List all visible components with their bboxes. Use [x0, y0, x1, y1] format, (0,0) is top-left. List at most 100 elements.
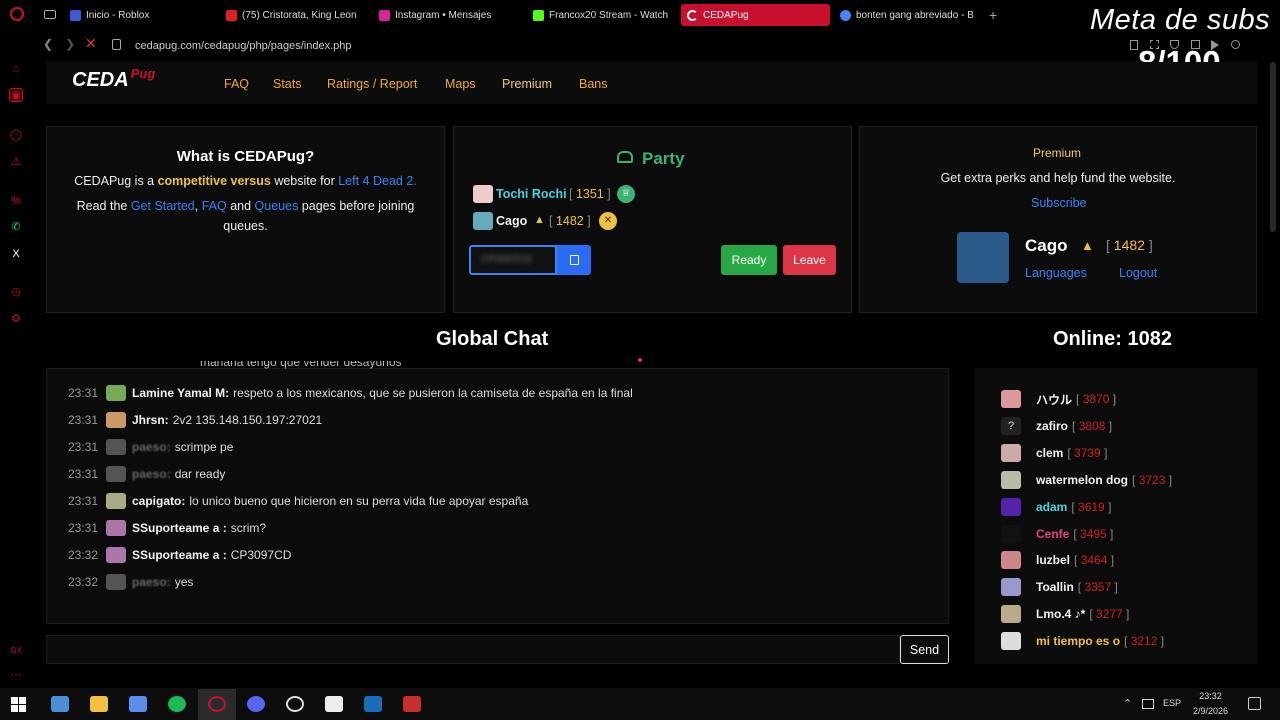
chat-time: 23:31: [68, 494, 99, 508]
avatar[interactable]: [106, 412, 126, 428]
online-user[interactable]: Cenfe[ 3495 ]: [1001, 524, 1113, 544]
gaming-icon[interactable]: ▣: [9, 88, 23, 102]
whatsapp-icon[interactable]: ✆: [9, 220, 23, 234]
avatar[interactable]: [106, 493, 126, 509]
spotify-icon[interactable]: [168, 696, 186, 712]
steam-icon[interactable]: [364, 696, 382, 712]
chat-user[interactable]: SSuporteame a :: [132, 521, 227, 535]
nav-ratings-report[interactable]: Ratings / Report: [327, 77, 417, 91]
avatar[interactable]: [106, 547, 126, 563]
tab-cedapug[interactable]: CEDAPug: [681, 4, 830, 26]
new-tab-button[interactable]: +: [989, 7, 997, 23]
online-user[interactable]: watermelon dog[ 3723 ]: [1001, 470, 1172, 490]
tab-instagram[interactable]: Instagram • Mensajes: [379, 4, 525, 26]
get-started-link[interactable]: Get Started: [131, 199, 195, 213]
snapshot-icon[interactable]: [1149, 40, 1159, 49]
chat-user[interactable]: Jhrsn:: [132, 413, 169, 427]
discord-icon[interactable]: [247, 696, 265, 712]
left4dead-icon[interactable]: [403, 696, 421, 712]
nav-premium[interactable]: Premium: [502, 77, 552, 91]
capcut-icon[interactable]: [325, 696, 343, 712]
chat-user[interactable]: Lamine Yamal M:: [132, 386, 229, 400]
shield-icon[interactable]: [1170, 40, 1180, 49]
tab-roblox[interactable]: Inicio - Roblox: [70, 4, 220, 26]
twitch-icon[interactable]: ◯: [9, 128, 23, 142]
avatar[interactable]: [106, 439, 126, 455]
online-user[interactable]: Lmo.4 ♪*[ 3277 ]: [1001, 604, 1129, 624]
close-icon[interactable]: ✕: [599, 212, 617, 230]
clock-date[interactable]: 2/9/2026: [1188, 706, 1233, 716]
forward-icon[interactable]: ❯: [65, 37, 75, 51]
more-icon[interactable]: ⋯: [9, 668, 23, 682]
translate-icon[interactable]: [1190, 40, 1200, 49]
copy-button[interactable]: [557, 245, 591, 275]
copilot-icon[interactable]: [129, 696, 147, 712]
tab-google[interactable]: bonten gang abreviado - B: [840, 4, 980, 26]
settings-icon[interactable]: ⚙: [9, 312, 23, 326]
show-hidden-icons[interactable]: ⌃: [1123, 697, 1132, 710]
chat-user[interactable]: paeso:: [132, 440, 171, 454]
languages-link[interactable]: Languages: [1025, 266, 1087, 280]
subscribe-link[interactable]: Subscribe: [1031, 196, 1087, 210]
leave-button[interactable]: Leave: [783, 245, 836, 275]
alert-icon[interactable]: ⚠: [9, 155, 23, 169]
network-icon[interactable]: [1142, 699, 1154, 709]
chat-user[interactable]: capigato:: [132, 494, 185, 508]
tab-kick[interactable]: Francox20 Stream - Watch: [533, 4, 673, 26]
chat-user[interactable]: SSuporteame a :: [132, 548, 227, 562]
online-user[interactable]: ? zafiro[ 3808 ]: [1001, 416, 1112, 436]
nav-bans[interactable]: Bans: [579, 77, 608, 91]
nav-maps[interactable]: Maps: [445, 77, 476, 91]
avatar[interactable]: [106, 574, 126, 590]
chat-user[interactable]: paeso:: [132, 575, 171, 589]
pin-icon[interactable]: [1130, 40, 1138, 50]
online-user[interactable]: ハウル[ 3870 ]: [1001, 389, 1116, 409]
home-icon[interactable]: ⌂: [9, 62, 23, 76]
l4d2-link[interactable]: Left 4 Dead 2.: [338, 174, 417, 188]
discount-icon[interactable]: %: [9, 194, 23, 208]
online-user[interactable]: Toallin[ 3357 ]: [1001, 577, 1118, 597]
desktop-app-icon[interactable]: [51, 696, 69, 712]
opera-gx-icon[interactable]: [208, 696, 226, 712]
avatar[interactable]: [106, 520, 126, 536]
cedapug-logo[interactable]: CEDA Pug: [72, 66, 155, 92]
heart-icon[interactable]: [1230, 40, 1240, 49]
clock-time[interactable]: 23:32: [1188, 691, 1233, 701]
notification-icon[interactable]: [1248, 697, 1261, 710]
file-explorer-icon[interactable]: [90, 696, 108, 712]
obs-icon[interactable]: [286, 696, 304, 712]
opera-logo-icon[interactable]: [10, 7, 24, 21]
online-user[interactable]: adam[ 3619 ]: [1001, 497, 1111, 517]
address-bar-url[interactable]: cedapug.com/cedapug/php/pages/index.php: [135, 40, 352, 52]
stop-loading-icon[interactable]: ✕: [85, 35, 97, 52]
page-scrollbar[interactable]: [1270, 62, 1276, 232]
tab-youtube[interactable]: (75) Cristorata, King Leon: [226, 4, 372, 26]
logout-link[interactable]: Logout: [1119, 266, 1157, 280]
windows-start-icon[interactable]: [11, 697, 26, 712]
chat-time: 23:31: [68, 467, 99, 481]
nav-stats[interactable]: Stats: [273, 77, 302, 91]
avatar[interactable]: [106, 385, 126, 401]
x-icon[interactable]: X: [9, 247, 23, 261]
chat-input[interactable]: [46, 635, 900, 664]
input-language[interactable]: ESP: [1163, 698, 1181, 708]
online-user[interactable]: clem[ 3739 ]: [1001, 443, 1107, 463]
send-button[interactable]: Send: [900, 635, 949, 664]
nav-faq[interactable]: FAQ: [224, 77, 249, 91]
online-user[interactable]: luzbel[ 3464 ]: [1001, 550, 1114, 570]
back-icon[interactable]: ❮: [43, 37, 53, 51]
avatar[interactable]: [106, 466, 126, 482]
workspaces-icon[interactable]: [44, 10, 56, 19]
party-member-name[interactable]: Tochi Rochi: [496, 187, 567, 201]
gx-icon[interactable]: GX: [9, 644, 23, 658]
faq-link[interactable]: FAQ: [202, 199, 227, 213]
play-icon[interactable]: [1211, 40, 1220, 50]
chat-user[interactable]: paeso:: [132, 467, 171, 481]
queues-link[interactable]: Queues: [255, 199, 299, 213]
online-user[interactable]: mi tiempo es o[ 3212 ]: [1001, 631, 1164, 651]
history-icon[interactable]: ◷: [9, 285, 23, 299]
user-avatar[interactable]: [957, 232, 1009, 283]
ready-button[interactable]: Ready: [721, 245, 777, 275]
chat-time: 23:31: [68, 521, 99, 535]
party-member-name[interactable]: Cago: [496, 214, 527, 228]
